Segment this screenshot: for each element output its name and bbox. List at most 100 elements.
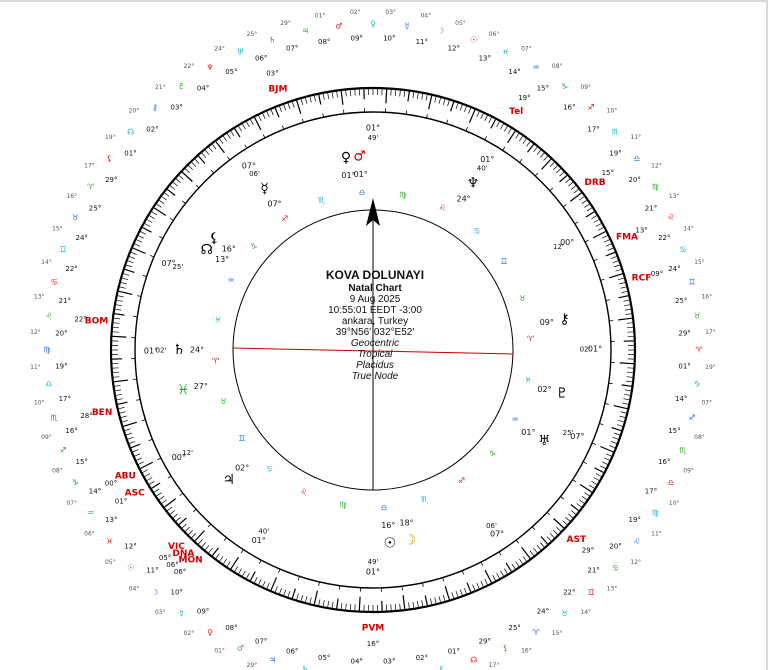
planet-degree: 16° xyxy=(381,521,395,530)
degree-tick xyxy=(242,570,246,577)
inner-degree-tick xyxy=(465,127,468,132)
degree-tick xyxy=(118,407,125,410)
degree-tick xyxy=(322,600,325,607)
degree-tick xyxy=(234,566,239,572)
inner-degree-tick xyxy=(301,118,304,123)
inner-sign-glyph: ♐ xyxy=(458,477,465,486)
outer-band-sign-glyph: ♑ xyxy=(561,82,568,91)
degree-tick xyxy=(201,152,206,158)
inner-degree-tick xyxy=(281,125,285,130)
outer-band-sign-glyph: ♄ xyxy=(269,36,276,45)
degree-tick xyxy=(593,477,600,481)
degree-tick xyxy=(434,96,437,103)
degree-tick xyxy=(626,376,633,378)
house-cusp-degree: 07° xyxy=(242,162,256,171)
outer-band-minutes: 15° xyxy=(52,225,63,232)
degree-tick xyxy=(549,162,555,167)
degree-tick xyxy=(619,415,626,418)
outer-point-label: DRB xyxy=(584,178,605,188)
outer-band-degree: 05° xyxy=(318,654,330,662)
outer-band-minutes: 16° xyxy=(521,648,532,655)
outer-band-sign-glyph: ♍ xyxy=(652,183,659,192)
degree-tick xyxy=(466,582,472,593)
outer-band-minutes: 20° xyxy=(129,108,140,115)
inner-degree-tick xyxy=(179,492,184,496)
outer-band-minutes: 09° xyxy=(683,468,694,475)
outer-band-sign-glyph: ⚸ xyxy=(503,643,509,652)
outer-band-minutes: 12° xyxy=(30,329,41,336)
degree-tick xyxy=(279,587,282,594)
planet-degree: 02° xyxy=(537,385,551,394)
degree-tick xyxy=(246,572,250,579)
inner-degree-tick xyxy=(560,496,564,500)
chart-node: True Node xyxy=(351,371,399,382)
chart-date: 9 Aug 2025 xyxy=(349,294,401,305)
degree-tick xyxy=(300,99,304,105)
inner-degree-tick xyxy=(562,204,567,208)
outer-band-minutes: 29° xyxy=(247,662,258,669)
outer-band-minutes: 11° xyxy=(651,531,662,538)
degree-tick xyxy=(613,432,620,436)
degree-tick xyxy=(464,587,467,594)
outer-band-degree: 07° xyxy=(286,45,298,53)
degree-tick xyxy=(576,503,582,508)
outer-band-degree: 11° xyxy=(416,38,428,46)
degree-tick xyxy=(611,427,622,432)
degree-tick xyxy=(549,533,555,538)
degree-tick xyxy=(476,582,480,589)
house-cusp-minutes: 02' xyxy=(580,345,591,353)
inner-sign-glyph: ♌ xyxy=(439,204,446,213)
inner-degree-tick xyxy=(192,509,197,513)
degree-tick xyxy=(570,504,580,512)
degree-tick xyxy=(291,101,295,108)
degree-tick xyxy=(146,477,153,481)
degree-tick xyxy=(223,136,227,142)
inner-degree-tick xyxy=(574,221,579,225)
outer-point-degree: 13° xyxy=(635,226,647,234)
degree-tick xyxy=(358,596,361,611)
degree-tick xyxy=(140,461,154,470)
degree-tick xyxy=(130,443,141,449)
inner-degree-tick xyxy=(546,512,551,516)
house-cusp-minutes: 12' xyxy=(182,449,193,457)
degree-tick xyxy=(194,530,205,542)
outer-band-minutes: 02° xyxy=(350,9,361,16)
outer-band-degree: 22° xyxy=(65,265,77,273)
house-cusp-degree: 01° xyxy=(480,155,494,164)
planet-degree: 09° xyxy=(540,318,554,327)
outer-point-degree: 03° xyxy=(266,70,278,78)
outer-band-minutes: 11° xyxy=(630,134,641,141)
degree-tick xyxy=(313,590,318,605)
degree-tick xyxy=(610,256,617,259)
inner-degree-tick xyxy=(605,299,610,301)
degree-tick xyxy=(402,595,406,610)
degree-tick xyxy=(194,158,200,164)
outer-point-label: Tel xyxy=(509,107,523,117)
degree-tick xyxy=(126,264,133,268)
degree-tick xyxy=(541,158,552,170)
degree-tick xyxy=(230,130,235,137)
outer-band-degree: 10° xyxy=(170,589,182,597)
degree-tick xyxy=(623,398,630,401)
inner-sign-glyph: ♒ xyxy=(511,415,518,424)
degree-tick xyxy=(136,457,143,461)
inner-degree-tick xyxy=(322,113,324,118)
outer-band-sign-glyph: ♎ xyxy=(633,154,640,163)
planet-glyph: ♀ xyxy=(341,150,351,166)
degree-tick xyxy=(246,121,250,128)
planet-glyph: ☽ xyxy=(404,532,417,548)
degree-tick xyxy=(480,580,484,587)
degree-tick xyxy=(562,520,568,525)
degree-tick xyxy=(526,141,531,147)
degree-tick xyxy=(115,304,122,307)
degree-tick xyxy=(618,295,629,299)
inner-degree-tick xyxy=(150,255,155,258)
degree-tick xyxy=(624,304,631,307)
outer-band-degree: 20° xyxy=(609,542,621,550)
inner-degree-tick xyxy=(262,134,266,139)
degree-tick xyxy=(175,178,181,183)
degree-tick xyxy=(266,111,270,118)
degree-tick xyxy=(197,155,206,164)
outer-band-degree: 15° xyxy=(75,458,87,466)
house-cusp-minutes: 25' xyxy=(172,263,183,271)
